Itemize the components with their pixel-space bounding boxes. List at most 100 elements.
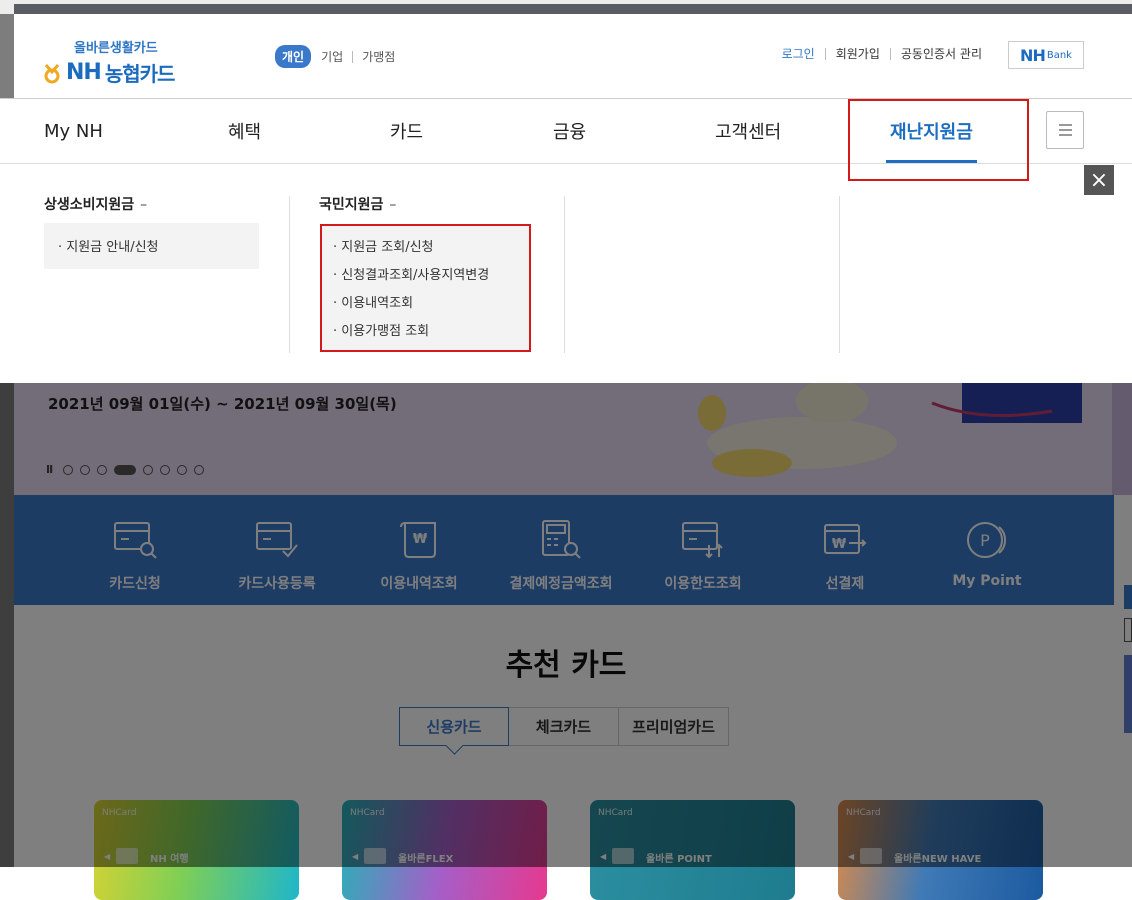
quick-label: 선결제	[825, 576, 865, 592]
banner-illustration	[698, 383, 1132, 495]
collapse-icon: –	[140, 197, 148, 213]
quick-my-point[interactable]: P My Point	[916, 495, 1058, 605]
close-icon[interactable]: ×	[1084, 165, 1114, 195]
card-brand: NHCard	[102, 808, 137, 818]
pager-dot[interactable]	[80, 464, 91, 475]
logo[interactable]: NH 농협카드	[42, 58, 176, 87]
arrow-left-icon: ◀	[600, 852, 607, 861]
segment-business[interactable]: 기업	[321, 48, 343, 65]
pager-dot[interactable]	[160, 464, 171, 475]
receipt-won-icon: ₩	[400, 522, 436, 558]
arrow-left-icon: ◀	[352, 852, 359, 861]
quick-label: 이용한도조회	[664, 576, 742, 592]
chip-icon	[612, 848, 634, 864]
arrow-left-icon: ◀	[848, 852, 855, 861]
login-link[interactable]: 로그인	[782, 45, 815, 62]
quick-label: 카드신청	[109, 576, 161, 592]
nav-finance[interactable]: 금융	[553, 99, 586, 163]
logo-subtitle[interactable]: 올바른생활카드	[74, 37, 158, 56]
card-brand: NHCard	[350, 808, 385, 818]
nhbank-nh: NH	[1020, 45, 1046, 65]
card-limit-icon	[682, 522, 723, 559]
submenu-label: 지원금 안내/신청	[66, 240, 159, 255]
collapse-icon: –	[389, 197, 397, 213]
card-check-icon	[256, 522, 298, 558]
main-banner[interactable]: 2021년 09월 01일(수) ~ 2021년 09월 30일(목) II	[14, 383, 1132, 495]
card-brand: NHCard	[598, 808, 633, 818]
highlight-box	[320, 224, 531, 352]
logo-nh: NH	[66, 60, 102, 85]
svg-text:₩: ₩	[832, 537, 847, 552]
quick-card-register[interactable]: 카드사용등록	[206, 495, 348, 605]
pager-dot[interactable]	[63, 464, 74, 475]
divider	[889, 47, 891, 60]
card-list: NHCard ◀ NH 여행 NHCard ◀ 올바른FLEX NHCard ◀…	[94, 800, 1043, 900]
chip-icon	[364, 848, 386, 864]
nh-logo-mark-icon	[44, 63, 60, 83]
customer-segment: 개인 기업 가맹점	[275, 45, 395, 68]
quick-card-apply[interactable]: 카드신청	[64, 495, 206, 605]
banner-date: 2021년 09월 01일(수) ~ 2021년 09월 30일(목)	[48, 395, 397, 413]
quick-menu: 카드신청 카드사용등록 ₩ 이용내역조회 결제예정금액조회 이용한도조회 ₩ 선…	[14, 495, 1114, 605]
site-header: 올바른생활카드 NH 농협카드 개인 기업 가맹점 로그인 회원가입 공동인증서…	[14, 14, 1132, 98]
signup-link[interactable]: 회원가입	[836, 45, 880, 62]
segment-merchant[interactable]: 가맹점	[362, 48, 395, 65]
card-name: 올바른FLEX	[398, 854, 454, 865]
pager-dot[interactable]	[177, 464, 188, 475]
quick-label: 카드사용등록	[238, 576, 316, 592]
card-item[interactable]: NHCard ◀ 올바른 POINT	[590, 800, 795, 900]
pager-dot[interactable]	[194, 464, 205, 475]
card-search-icon	[114, 522, 157, 559]
nav-benefits[interactable]: 혜택	[228, 99, 261, 163]
nhbank-bank: Bank	[1046, 49, 1072, 61]
highlight-box	[848, 99, 1029, 181]
pager-dot-active[interactable]	[114, 464, 137, 475]
arrow-left-icon: ◀	[104, 852, 111, 861]
quick-prepayment[interactable]: ₩ 선결제	[774, 495, 916, 605]
side-tab[interactable]	[1124, 618, 1132, 642]
recommend-title: 추천 카드	[505, 648, 627, 683]
certificate-link[interactable]: 공동인증서 관리	[901, 45, 982, 62]
submenu-item[interactable]: · 지원금 안내/신청	[58, 236, 159, 255]
column-divider	[289, 196, 290, 353]
chip-icon	[116, 848, 138, 864]
pager-dot[interactable]	[143, 464, 154, 475]
mega-menu: 상생소비지원금 – · 지원금 안내/신청 국민지원금 – · 지원금 조회/신청 …	[0, 164, 1132, 383]
logo-kr: 농협카드	[104, 62, 176, 86]
card-item[interactable]: NHCard ◀ 올바른NEW HAVE	[838, 800, 1043, 900]
quick-limit[interactable]: 이용한도조회	[632, 495, 774, 605]
card-item[interactable]: NHCard ◀ NH 여행	[94, 800, 299, 900]
menu-group-title[interactable]: 상생소비지원금 –	[44, 194, 147, 214]
calculator-search-icon	[542, 520, 581, 559]
top-bar	[14, 4, 1132, 14]
tab-check-card[interactable]: 체크카드	[509, 707, 619, 746]
pause-button[interactable]: II	[46, 463, 53, 476]
card-brand: NHCard	[846, 808, 881, 818]
pager-dot[interactable]	[97, 464, 108, 475]
segment-personal[interactable]: 개인	[275, 45, 312, 68]
svg-text:₩: ₩	[413, 532, 428, 547]
nav-card[interactable]: 카드	[390, 99, 423, 163]
quick-usage-history[interactable]: ₩ 이용내역조회	[348, 495, 490, 605]
column-divider	[839, 196, 840, 353]
tab-credit-card[interactable]: 신용카드	[399, 707, 509, 746]
side-tab[interactable]	[1124, 585, 1132, 609]
nh-bank-button[interactable]: NH Bank	[1008, 41, 1084, 69]
quick-label: My Point	[952, 573, 1022, 589]
menu-icon[interactable]	[1046, 111, 1084, 149]
nav-customer-center[interactable]: 고객센터	[715, 99, 781, 163]
divider	[352, 50, 354, 63]
nav-my-nh[interactable]: My NH	[44, 99, 103, 163]
menu-group-label: 상생소비지원금	[44, 197, 135, 213]
card-name: NH 여행	[150, 854, 189, 865]
banner-pager: II	[46, 463, 205, 476]
recommend-tabs: 신용카드 체크카드 프리미엄카드	[399, 707, 729, 746]
browser-top-strip	[0, 0, 1132, 14]
quick-label: 이용내역조회	[380, 576, 458, 592]
tab-premium-card[interactable]: 프리미엄카드	[619, 707, 729, 746]
quick-payment-due[interactable]: 결제예정금액조회	[490, 495, 632, 605]
card-item[interactable]: NHCard ◀ 올바른FLEX	[342, 800, 547, 900]
column-divider	[564, 196, 565, 353]
menu-group-title[interactable]: 국민지원금 –	[319, 194, 396, 214]
quick-label: 결제예정금액조회	[509, 576, 613, 592]
